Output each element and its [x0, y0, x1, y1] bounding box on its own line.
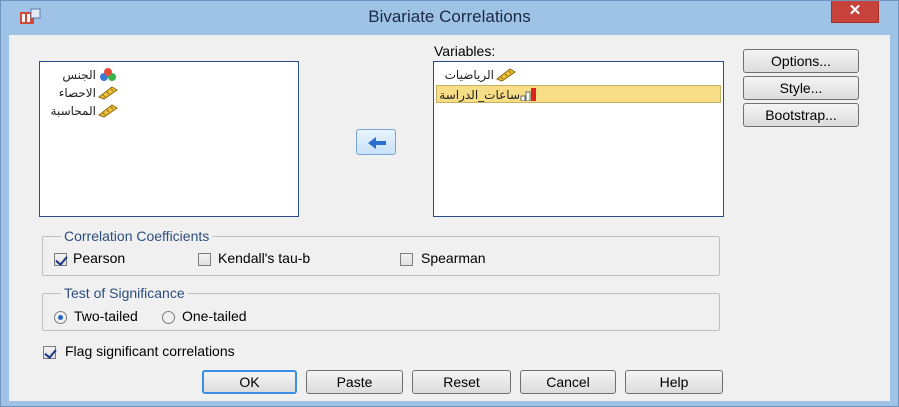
flag-significant-checkbox[interactable]	[43, 346, 56, 359]
dialog-body: الجنس الاحصاء المحاسبة Variables: الرياض…	[9, 35, 890, 401]
pearson-label[interactable]: Pearson	[73, 250, 125, 266]
paste-button-label: Paste	[336, 374, 373, 390]
help-button-label: Help	[659, 374, 689, 390]
reset-button[interactable]: Reset	[412, 370, 511, 394]
ordinal-icon	[520, 88, 536, 101]
flag-significant-label[interactable]: Flag significant correlations	[65, 343, 235, 359]
window-title: Bivariate Correlations	[368, 7, 531, 26]
scale-ruler-icon	[98, 86, 118, 100]
one-tailed-label[interactable]: One-tailed	[182, 308, 247, 324]
close-button[interactable]: ✕	[831, 1, 879, 23]
variable-label: الاحصاء	[58, 86, 96, 100]
kendall-label[interactable]: Kendall's tau-b	[218, 250, 310, 266]
title-bar[interactable]: Bivariate Correlations ✕	[1, 1, 898, 35]
list-item[interactable]: الرياضيات	[436, 66, 518, 84]
options-button[interactable]: Options...	[743, 49, 859, 73]
variable-label: الجنس	[62, 68, 96, 82]
arrow-left-icon	[368, 137, 386, 149]
cancel-button-label: Cancel	[546, 374, 590, 390]
list-item[interactable]: الاحصاء	[40, 84, 120, 102]
move-variable-button[interactable]	[356, 129, 396, 155]
variable-label: ساعات_الدراسة	[439, 88, 520, 102]
variable-label: الرياضيات	[444, 68, 494, 82]
pearson-checkbox[interactable]	[54, 253, 67, 266]
style-button[interactable]: Style...	[743, 76, 859, 100]
bootstrap-button-label: Bootstrap...	[765, 107, 837, 123]
kendall-checkbox[interactable]	[198, 253, 211, 266]
spearman-checkbox[interactable]	[400, 253, 413, 266]
style-button-label: Style...	[779, 80, 823, 96]
list-item-selected[interactable]: ساعات_الدراسة	[436, 85, 721, 103]
scale-ruler-icon	[496, 68, 516, 82]
list-item[interactable]: المحاسبة	[40, 102, 120, 120]
nominal-icon	[100, 68, 116, 81]
reset-button-label: Reset	[443, 374, 480, 390]
ok-button-label: OK	[239, 374, 260, 390]
list-item[interactable]: الجنس	[40, 66, 120, 84]
variables-list[interactable]: الرياضيات ساعات_الدراسة	[433, 61, 724, 217]
scale-ruler-icon	[98, 104, 118, 118]
cancel-button[interactable]: Cancel	[520, 370, 616, 394]
correlation-coefficients-legend: Correlation Coefficients	[61, 228, 213, 244]
variables-label: Variables:	[434, 43, 496, 59]
ok-button[interactable]: OK	[202, 370, 297, 394]
spearman-label[interactable]: Spearman	[421, 250, 486, 266]
help-button[interactable]: Help	[625, 370, 723, 394]
one-tailed-radio[interactable]	[162, 311, 175, 324]
paste-button[interactable]: Paste	[306, 370, 403, 394]
source-variable-list[interactable]: الجنس الاحصاء المحاسبة	[39, 61, 299, 217]
two-tailed-label[interactable]: Two-tailed	[74, 308, 138, 324]
options-button-label: Options...	[771, 53, 831, 69]
bootstrap-button[interactable]: Bootstrap...	[743, 103, 859, 127]
two-tailed-radio[interactable]	[54, 311, 67, 324]
test-of-significance-legend: Test of Significance	[61, 285, 188, 301]
variable-label: المحاسبة	[50, 104, 96, 118]
dialog-window: Bivariate Correlations ✕ الجنس الاحصاء ا…	[0, 0, 899, 407]
